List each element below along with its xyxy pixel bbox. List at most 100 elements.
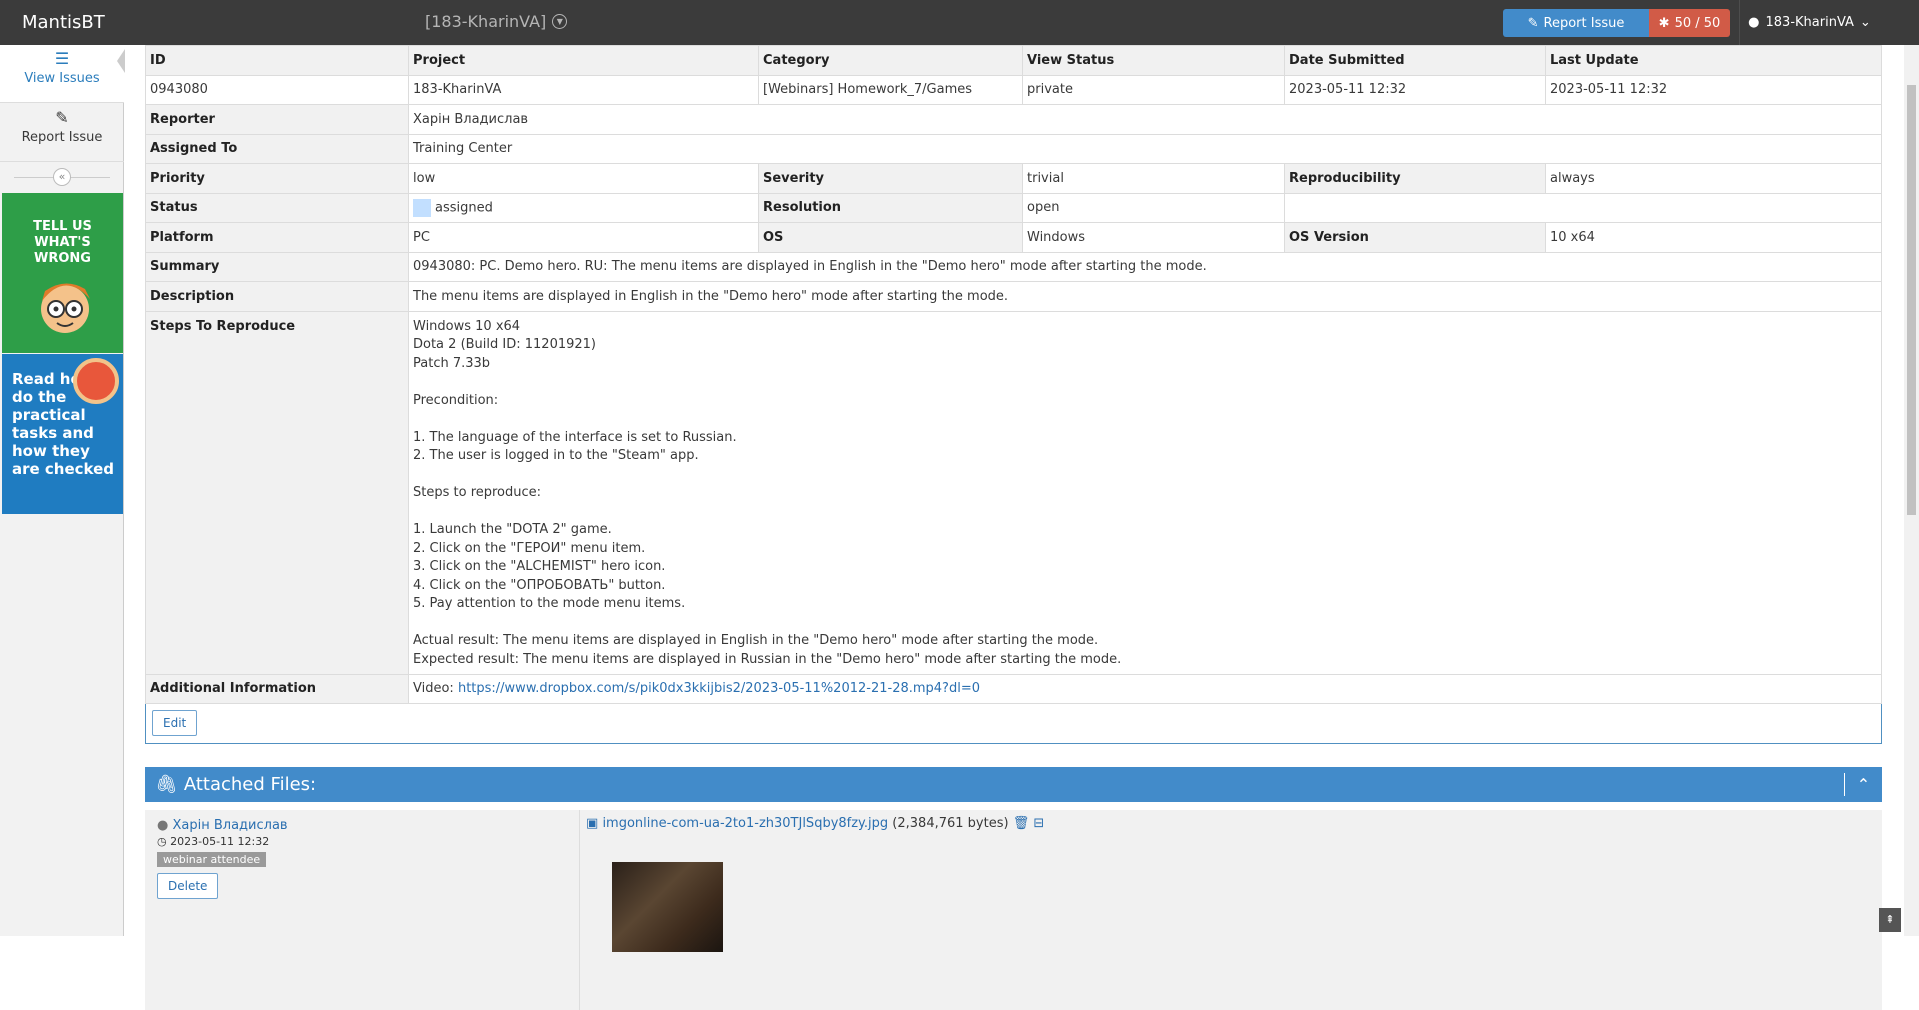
issue-category: [Webinars] Homework_7/Games — [758, 74, 1023, 105]
attached-files-body: ● Харін Владислав ◷ 2023-05-11 12:32 web… — [145, 810, 1882, 1010]
brand-logo[interactable]: MantisBT — [22, 12, 105, 33]
trash-icon[interactable]: 🗑 — [1013, 816, 1030, 831]
attachment-thumbnail[interactable] — [612, 862, 723, 952]
sidebar-item-label: Report Issue — [21, 130, 103, 145]
column-header: Category — [758, 45, 1023, 76]
issue-count-button[interactable]: ✱ 50 / 50 — [1649, 9, 1730, 37]
collapse-icon[interactable]: « — [53, 168, 71, 186]
attachment-author[interactable]: ● Харін Владислав — [157, 818, 579, 833]
column-header: Last Update — [1545, 45, 1882, 76]
values-row: 0943080 183-KharinVA [Webinars] Homework… — [145, 74, 1882, 105]
sidebar-collapse: « — [14, 168, 110, 186]
video-link[interactable]: https://www.dropbox.com/s/pik0dx3kkijbis… — [458, 681, 980, 696]
reproducibility-label: Reproducibility — [1284, 163, 1546, 194]
additional-prefix: Video: — [413, 681, 454, 697]
banner-text: TELL US WHAT'S WRONG — [33, 219, 92, 266]
empty-cell — [1284, 192, 1882, 223]
resolution-value: open — [1022, 192, 1285, 223]
priority-label: Priority — [145, 163, 409, 194]
project-selector[interactable]: [183-KharinVA] ▼ — [425, 12, 568, 31]
status-row: Status assigned Resolution open — [145, 192, 1882, 223]
image-file-icon: ▣ — [586, 816, 599, 831]
severity-label: Severity — [758, 163, 1023, 194]
reproducibility-value: always — [1545, 163, 1882, 194]
additional-value: Video: https://www.dropbox.com/s/pik0dx3… — [408, 673, 1882, 704]
issue-project: 183-KharinVA — [408, 74, 759, 105]
navbar: MantisBT [183-KharinVA] ▼ ✎ Report Issue… — [0, 0, 1919, 45]
priority-row: Priority low Severity trivial Reproducib… — [145, 163, 1882, 194]
summary-label: Summary — [145, 251, 409, 282]
edit-row: Edit — [145, 704, 1882, 744]
description-row: Description The menu items are displayed… — [145, 281, 1882, 312]
user-menu[interactable]: ● 183-KharinVA ⌄ — [1739, 0, 1879, 45]
edit-icon: ✎ — [55, 108, 69, 127]
collapse-up-icon[interactable]: ⌃ — [1844, 773, 1882, 796]
clock-icon: ◷ — [157, 835, 167, 848]
os-label: OS — [758, 222, 1023, 253]
practical-tasks-banner[interactable]: Read how to do the practical tasks and h… — [2, 354, 123, 514]
project-name: [183-KharinVA] — [425, 12, 547, 31]
scrollbar-thumb[interactable] — [1907, 85, 1916, 515]
sidebar-item-report-issue[interactable]: ✎ Report Issue — [0, 104, 124, 162]
additional-label: Additional Information — [145, 673, 409, 704]
scroll-to-top-icon[interactable]: ⇞ — [1879, 908, 1901, 932]
issue-date-submitted: 2023-05-11 12:32 — [1284, 74, 1546, 105]
feedback-banner[interactable]: TELL US WHAT'S WRONG — [2, 193, 123, 353]
os-version-label: OS Version — [1284, 222, 1546, 253]
status-text: assigned — [435, 200, 493, 216]
assigned-value: Training Center — [408, 133, 1882, 164]
assigned-row: Assigned To Training Center — [145, 133, 1882, 164]
severity-value: trivial — [1022, 163, 1285, 194]
platform-value: PC — [408, 222, 759, 253]
attachment-size: (2,384,761 bytes) — [892, 816, 1009, 831]
status-label: Status — [145, 192, 409, 223]
delete-button[interactable]: Delete — [157, 873, 219, 899]
attached-files-header: 🖇 Attached Files: ⌃ — [145, 767, 1882, 802]
date-text: 2023-05-11 12:32 — [170, 835, 270, 848]
column-header: Project — [408, 45, 759, 76]
column-header: Date Submitted — [1284, 45, 1546, 76]
attachment-file: ▣ imgonline-com-ua-2to1-zh30TJlSqby8fzy.… — [586, 816, 1044, 831]
sidebar-item-view-issues[interactable]: ☰ View Issues — [0, 45, 125, 103]
issue-last-update: 2023-05-11 12:32 — [1545, 74, 1882, 105]
bug-icon: ✱ — [1658, 15, 1670, 31]
column-header: ID — [145, 45, 409, 76]
issue-view-status: private — [1022, 74, 1285, 105]
report-issue-button[interactable]: ✎ Report Issue — [1503, 9, 1649, 37]
chevron-down-icon: ⌄ — [1859, 15, 1871, 30]
status-color-icon — [413, 198, 431, 217]
attachment-meta: ● Харін Владислав ◷ 2023-05-11 12:32 web… — [145, 810, 580, 1010]
issue-details: ID Project Category View Status Date Sub… — [145, 45, 1882, 1010]
sidebar: ☰ View Issues ✎ Report Issue « TELL US W… — [0, 45, 125, 936]
scrollbar[interactable] — [1904, 45, 1919, 936]
author-name: Харін Владислав — [172, 818, 288, 833]
report-issue-label: Report Issue — [1543, 15, 1625, 31]
column-header: View Status — [1022, 45, 1285, 76]
description-label: Description — [145, 281, 409, 312]
paperclip-icon: 🖇 — [155, 774, 178, 795]
summary-value: 0943080: PC. Demo hero. RU: The menu ite… — [408, 251, 1882, 282]
issue-table: ID Project Category View Status Date Sub… — [145, 45, 1882, 704]
summary-row: Summary 0943080: PC. Demo hero. RU: The … — [145, 251, 1882, 282]
magnifier-icon — [73, 358, 119, 404]
collapse-icon[interactable]: ⊟ — [1033, 816, 1044, 831]
issue-count-label: 50 / 50 — [1674, 15, 1721, 31]
user-icon: ● — [1748, 15, 1760, 30]
edit-icon: ✎ — [1527, 15, 1539, 31]
steps-row: Steps To Reproduce Windows 10 x64 Dota 2… — [145, 310, 1882, 675]
attachment-link[interactable]: imgonline-com-ua-2to1-zh30TJlSqby8fzy.jp… — [602, 816, 888, 831]
edit-button[interactable]: Edit — [152, 710, 198, 736]
attached-files-title: Attached Files: — [183, 774, 317, 795]
platform-label: Platform — [145, 222, 409, 253]
priority-value: low — [408, 163, 759, 194]
additional-row: Additional Information Video: https://ww… — [145, 673, 1882, 704]
assigned-label: Assigned To — [145, 133, 409, 164]
steps-label: Steps To Reproduce — [145, 310, 409, 675]
reporter-label: Reporter — [145, 104, 409, 135]
mascot-icon — [41, 283, 90, 333]
os-version-value: 10 x64 — [1545, 222, 1882, 253]
reporter-value: Харін Владислав — [408, 104, 1882, 135]
issue-id: 0943080 — [145, 74, 409, 105]
os-value: Windows — [1022, 222, 1285, 253]
header-row: ID Project Category View Status Date Sub… — [145, 45, 1882, 76]
